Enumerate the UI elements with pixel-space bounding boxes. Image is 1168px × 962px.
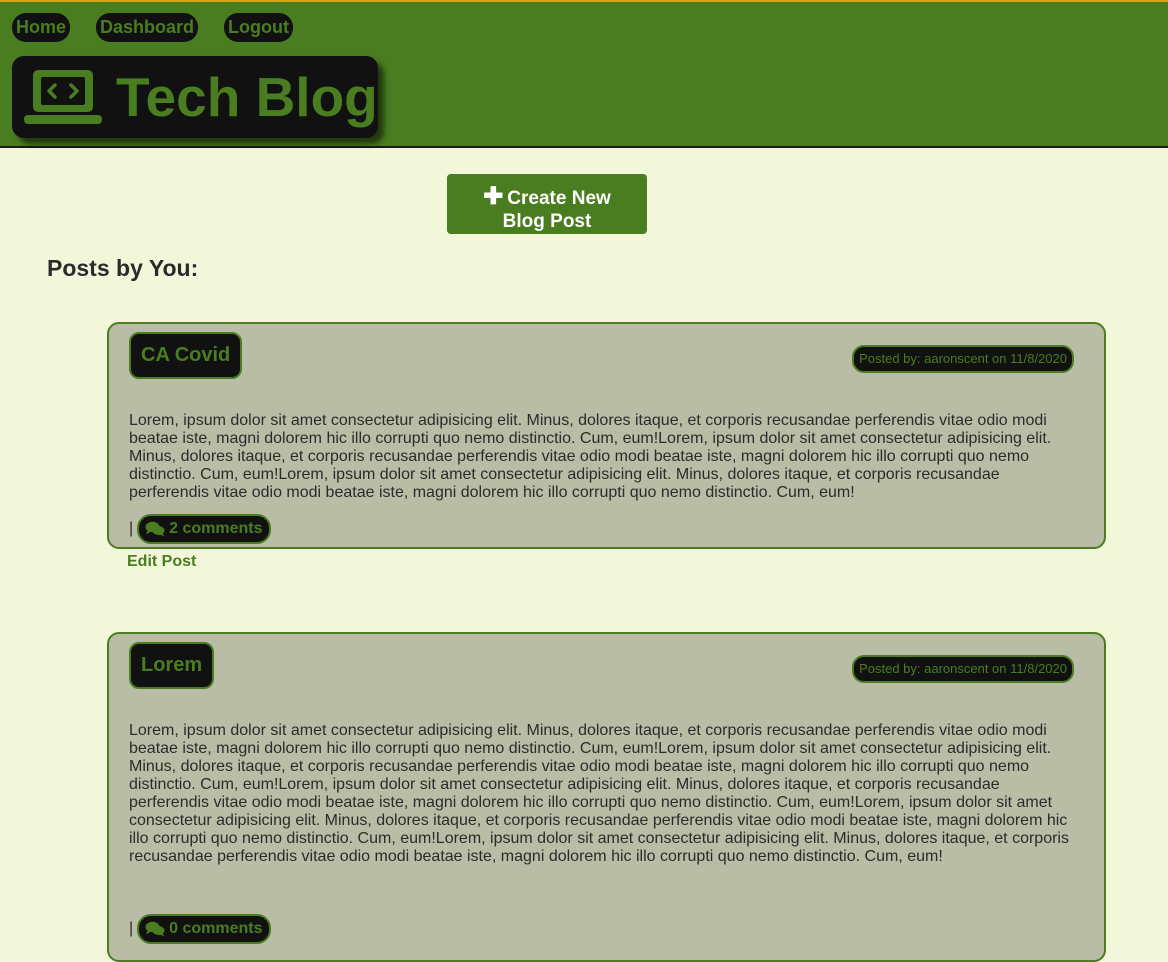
post-footer: | 0 comments	[129, 914, 271, 944]
separator: |	[129, 520, 134, 537]
create-button-line1: Create New	[507, 188, 611, 209]
post-meta: Posted by: aaronscent on 11/8/2020	[852, 655, 1074, 683]
post-title[interactable]: CA Covid	[129, 332, 243, 379]
separator: |	[129, 920, 134, 937]
site-header: Home Dashboard Logout Tech Blog	[0, 0, 1168, 148]
nav-home-link[interactable]: Home	[12, 13, 71, 42]
comments-button[interactable]: 0 comments	[137, 914, 271, 944]
edit-post-link[interactable]: Edit Post	[127, 553, 196, 571]
post-footer: | 2 comments	[129, 514, 271, 544]
plus-icon: ✚	[483, 183, 504, 210]
nav-dashboard-link[interactable]: Dashboard	[96, 13, 199, 42]
post-card: CA Covid Posted by: aaronscent on 11/8/2…	[107, 322, 1106, 549]
create-post-button[interactable]: ✚ Create New Blog Post	[447, 174, 647, 234]
site-title: Tech Blog	[116, 66, 378, 128]
post-body: Lorem, ipsum dolor sit amet consectetur …	[129, 412, 1052, 501]
comments-icon	[145, 921, 165, 937]
comments-icon	[145, 521, 165, 537]
top-nav: Home Dashboard Logout	[12, 13, 294, 42]
nav-logout-link[interactable]: Logout	[224, 13, 294, 42]
comments-button[interactable]: 2 comments	[137, 514, 271, 544]
comments-count: 0 comments	[169, 920, 263, 937]
comments-count: 2 comments	[169, 520, 263, 537]
site-logo[interactable]: Tech Blog	[12, 56, 378, 138]
post-body: Lorem, ipsum dolor sit amet consectetur …	[129, 722, 1069, 865]
laptop-code-icon	[24, 70, 102, 124]
create-button-line2: Blog Post	[502, 211, 592, 232]
post-meta: Posted by: aaronscent on 11/8/2020	[852, 345, 1074, 373]
page-title: Posts by You:	[47, 255, 199, 281]
post-title[interactable]: Lorem	[129, 642, 215, 689]
post-card: Lorem Posted by: aaronscent on 11/8/2020…	[107, 632, 1106, 962]
